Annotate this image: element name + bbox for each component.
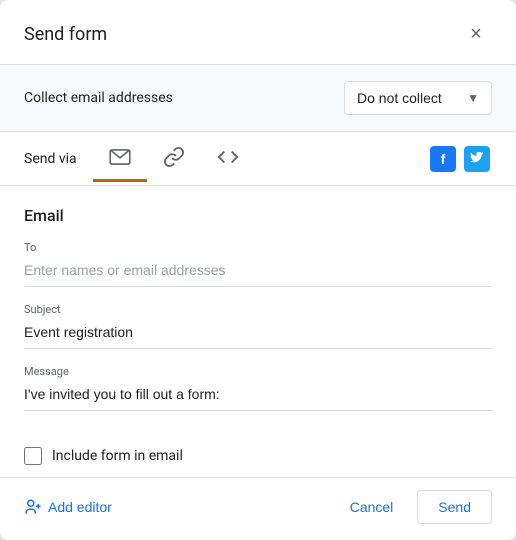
email-section: Email To Subject Message xyxy=(0,186,516,435)
twitter-icon xyxy=(464,146,490,172)
send-button[interactable]: Send xyxy=(417,490,492,524)
dialog-title: Send form xyxy=(24,24,107,45)
collect-email-label: Collect email addresses xyxy=(24,90,173,106)
message-field-container: Message xyxy=(24,365,492,411)
message-input[interactable] xyxy=(24,382,492,411)
dialog-footer: Add editor Cancel Send xyxy=(0,477,516,540)
tab-link[interactable] xyxy=(147,132,201,185)
chevron-down-icon: ▼ xyxy=(467,91,479,105)
add-editor-label: Add editor xyxy=(48,499,112,515)
subject-label: Subject xyxy=(24,303,492,316)
embed-icon xyxy=(217,146,239,168)
subject-field-container: Subject xyxy=(24,303,492,349)
collect-email-row: Collect email addresses Do not collect ▼ xyxy=(0,64,516,132)
send-via-label: Send via xyxy=(24,151,77,167)
tab-embed[interactable] xyxy=(201,132,255,185)
twitter-share-button[interactable] xyxy=(462,144,492,174)
to-label: To xyxy=(24,241,492,254)
tab-email[interactable] xyxy=(93,135,147,182)
send-form-dialog: Send form × Collect email addresses Do n… xyxy=(0,0,516,540)
twitter-bird-icon xyxy=(470,152,484,166)
footer-actions: Cancel Send xyxy=(334,490,492,524)
subject-input[interactable] xyxy=(24,320,492,349)
collect-dropdown-value: Do not collect xyxy=(357,90,442,106)
facebook-share-button[interactable]: f xyxy=(428,144,458,174)
cancel-button[interactable]: Cancel xyxy=(334,490,410,524)
social-icons: f xyxy=(428,144,492,174)
add-editor-button[interactable]: Add editor xyxy=(24,490,112,524)
include-form-row: Include form in email xyxy=(0,435,516,477)
collect-dropdown[interactable]: Do not collect ▼ xyxy=(344,81,492,115)
include-form-checkbox[interactable] xyxy=(24,447,42,465)
close-button[interactable]: × xyxy=(460,18,492,50)
send-via-row: Send via xyxy=(0,132,516,186)
include-form-label: Include form in email xyxy=(52,448,183,464)
to-field-container: To xyxy=(24,241,492,287)
email-icon xyxy=(109,149,131,165)
link-icon xyxy=(163,146,185,168)
add-editor-icon xyxy=(24,498,42,516)
dialog-header: Send form × xyxy=(0,0,516,64)
to-input[interactable] xyxy=(24,258,492,287)
facebook-icon: f xyxy=(430,146,456,172)
message-label: Message xyxy=(24,365,492,378)
section-title: Email xyxy=(24,206,492,225)
send-via-tabs xyxy=(93,132,428,185)
